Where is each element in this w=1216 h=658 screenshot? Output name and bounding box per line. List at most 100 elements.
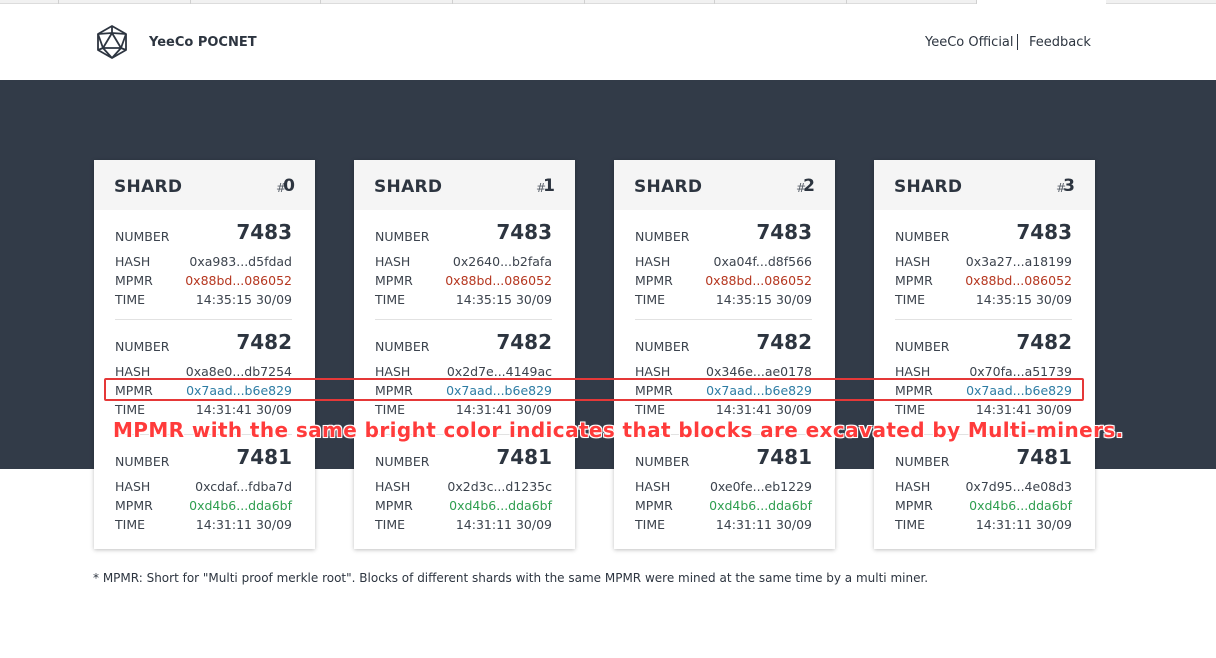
block-number-row: NUMBER 7483 — [895, 220, 1072, 244]
number-label: NUMBER — [115, 339, 170, 354]
block-divider — [375, 319, 552, 320]
block-number[interactable]: 7482 — [756, 330, 812, 354]
block-hash[interactable]: 0xcdaf...fdba7d — [195, 479, 292, 494]
brand-name[interactable]: YeeCo POCNET — [149, 35, 257, 50]
block-hash[interactable]: 0xa983...d5fdad — [189, 254, 292, 269]
block-mpmr[interactable]: 0x88bd...086052 — [445, 273, 552, 288]
shard-card-header: SHARD #2 — [614, 160, 835, 210]
block-divider — [635, 319, 812, 320]
block-number[interactable]: 7483 — [236, 220, 292, 244]
block-hash[interactable]: 0x2d3c...d1235c — [447, 479, 552, 494]
block-mpmr[interactable]: 0x88bd...086052 — [185, 273, 292, 288]
block-mpmr-row: MPMR 0x88bd...086052 — [375, 273, 552, 291]
number-label: NUMBER — [375, 229, 430, 244]
block-number-row: NUMBER 7481 — [895, 445, 1072, 469]
site-header: YeeCo POCNET YeeCo Official Feedback — [0, 4, 1216, 80]
mpmr-label: MPMR — [375, 273, 413, 288]
block-hash[interactable]: 0x70fa...a51739 — [969, 364, 1072, 379]
shard-index: 3 — [1063, 176, 1075, 196]
shard-title: SHARD — [894, 177, 963, 197]
number-label: NUMBER — [895, 454, 950, 469]
block-number[interactable]: 7483 — [756, 220, 812, 244]
block-hash[interactable]: 0x346e...ae0178 — [706, 364, 812, 379]
block-time-row: TIME 14:35:15 30/09 — [115, 292, 292, 310]
block-number[interactable]: 7481 — [236, 445, 292, 469]
block-hash[interactable]: 0xe0fe...eb1229 — [710, 479, 812, 494]
number-label: NUMBER — [635, 454, 690, 469]
shard-index: 1 — [543, 176, 555, 196]
block-hash[interactable]: 0x7d95...4e08d3 — [965, 479, 1072, 494]
block-number[interactable]: 7483 — [496, 220, 552, 244]
block-number[interactable]: 7483 — [1016, 220, 1072, 244]
block-time: 14:31:41 30/09 — [195, 402, 292, 417]
number-label: NUMBER — [375, 454, 430, 469]
block-number[interactable]: 7482 — [236, 330, 292, 354]
mpmr-label: MPMR — [635, 498, 673, 513]
block-number-row: NUMBER 7483 — [375, 220, 552, 244]
number-label: NUMBER — [375, 339, 430, 354]
block-number[interactable]: 7482 — [496, 330, 552, 354]
block-mpmr[interactable]: 0x88bd...086052 — [965, 273, 1072, 288]
block-time: 14:31:41 30/09 — [455, 402, 552, 417]
time-label: TIME — [115, 517, 146, 532]
nav-link-feedback[interactable]: Feedback — [1029, 35, 1091, 50]
block-number[interactable]: 7481 — [1016, 445, 1072, 469]
time-label: TIME — [375, 292, 406, 307]
nav-link-official[interactable]: YeeCo Official — [925, 35, 1014, 50]
shard-title: SHARD — [374, 177, 443, 197]
block-mpmr-row: MPMR 0xd4b6...dda6bf — [115, 498, 292, 516]
number-label: NUMBER — [115, 229, 170, 244]
time-label: TIME — [115, 292, 146, 307]
block-hash[interactable]: 0xa8e0...db7254 — [186, 364, 292, 379]
block-number-row: NUMBER 7482 — [115, 330, 292, 354]
number-label: NUMBER — [895, 229, 950, 244]
number-label: NUMBER — [115, 454, 170, 469]
block-number-row: NUMBER 7482 — [375, 330, 552, 354]
number-label: NUMBER — [895, 339, 950, 354]
mpmr-label: MPMR — [115, 273, 153, 288]
block-divider — [115, 319, 292, 320]
block-time-row: TIME 14:35:15 30/09 — [635, 292, 812, 310]
nav-divider — [1017, 34, 1018, 50]
shard-card: SHARD #3 NUMBER 7483 HASH 0x3a27...a18199 MPMR… — [874, 160, 1095, 549]
block-number[interactable]: 7481 — [496, 445, 552, 469]
block-hash[interactable]: 0x3a27...a18199 — [966, 254, 1072, 269]
block-time: 14:31:11 30/09 — [975, 517, 1072, 532]
block-hash-row: HASH 0x3a27...a18199 — [895, 254, 1072, 272]
block-time-row: TIME 14:31:11 30/09 — [895, 517, 1072, 535]
block-mpmr-row: MPMR 0x88bd...086052 — [115, 273, 292, 291]
block-mpmr-row: MPMR 0x88bd...086052 — [895, 273, 1072, 291]
time-label: TIME — [375, 517, 406, 532]
icosahedron-logo-icon[interactable] — [94, 24, 130, 60]
block-time: 14:31:11 30/09 — [455, 517, 552, 532]
block-time: 14:35:15 30/09 — [715, 292, 812, 307]
block-number-row: NUMBER 7481 — [635, 445, 812, 469]
block-time: 14:35:15 30/09 — [975, 292, 1072, 307]
block-number[interactable]: 7481 — [756, 445, 812, 469]
block-hash[interactable]: 0x2d7e...4149ac — [447, 364, 552, 379]
block-hash[interactable]: 0xa04f...d8f566 — [714, 254, 812, 269]
block-mpmr[interactable]: 0xd4b6...dda6bf — [709, 498, 812, 513]
block-mpmr[interactable]: 0x88bd...086052 — [705, 273, 812, 288]
block-time-row: TIME 14:35:15 30/09 — [375, 292, 552, 310]
block-hash-row: HASH 0x2640...b2fafa — [375, 254, 552, 272]
hash-label: HASH — [895, 254, 931, 269]
time-label: TIME — [635, 402, 666, 417]
block-number-row: NUMBER 7481 — [375, 445, 552, 469]
mpmr-footnote: * MPMR: Short for "Multi proof merkle ro… — [93, 571, 929, 585]
time-label: TIME — [635, 292, 666, 307]
block-mpmr[interactable]: 0xd4b6...dda6bf — [969, 498, 1072, 513]
mpmr-label: MPMR — [895, 498, 933, 513]
block-hash-row: HASH 0xa983...d5fdad — [115, 254, 292, 272]
block-hash[interactable]: 0x2640...b2fafa — [453, 254, 552, 269]
time-label: TIME — [895, 402, 926, 417]
shard-card-header: SHARD #1 — [354, 160, 575, 210]
hash-label: HASH — [375, 364, 411, 379]
block-mpmr[interactable]: 0xd4b6...dda6bf — [189, 498, 292, 513]
block-mpmr[interactable]: 0xd4b6...dda6bf — [449, 498, 552, 513]
shard-card: SHARD #0 NUMBER 7483 HASH 0xa983...d5fdad MPMR… — [94, 160, 315, 549]
block-number[interactable]: 7482 — [1016, 330, 1072, 354]
time-label: TIME — [895, 292, 926, 307]
block-time-row: TIME 14:35:15 30/09 — [895, 292, 1072, 310]
shard-index: 0 — [283, 176, 295, 196]
